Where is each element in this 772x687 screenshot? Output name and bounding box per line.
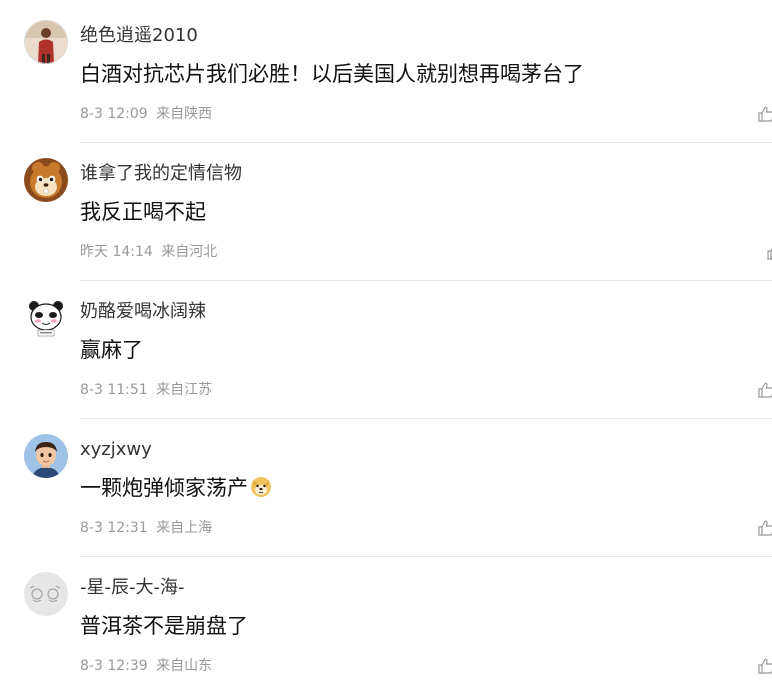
comment-divider: [80, 280, 772, 281]
comment-time: 8-3 12:31: [80, 520, 148, 536]
comment-time: 昨天 14:14: [80, 244, 153, 260]
comment-meta: 8-3 12:31 来自上海: [80, 518, 212, 538]
comment-location: 来自江苏: [156, 382, 213, 398]
like-button[interactable]: [758, 518, 772, 538]
panda-meme-avatar[interactable]: [24, 296, 68, 340]
like-button[interactable]: [767, 242, 772, 262]
comment-item: 谁拿了我的定情信物 我反正喝不起 昨天 14:14 来自河北: [0, 142, 772, 280]
comment-item: 奶酪爱喝冰阔辣 赢麻了 8-3 11:51 来自江苏: [0, 280, 772, 418]
comment-time: 8-3 12:39: [80, 658, 148, 674]
comment-text: 赢麻了: [80, 338, 143, 362]
comment-text: 普洱茶不是崩盘了: [80, 614, 248, 638]
comment-text-body: 一颗炮弹倾家荡产: [80, 476, 248, 500]
3d-cartoon-boy-avatar[interactable]: [24, 434, 68, 478]
cartoon-chipmunk-avatar[interactable]: [24, 158, 68, 202]
comment-item: xyzjxwy 一颗炮弹倾家荡产 8-3 12:31 来自上海: [0, 418, 772, 556]
comment-text: 我反正喝不起: [80, 200, 206, 224]
doge-emoji-icon: [251, 477, 271, 497]
like-button[interactable]: [758, 380, 772, 400]
comment-item: 绝色逍遥2010 白酒对抗芯片我们必胜！以后美国人就别想再喝茅台了 8-3 12…: [0, 4, 772, 142]
username[interactable]: 绝色逍遥2010: [80, 24, 198, 48]
comment-time: 8-3 12:09: [80, 106, 148, 122]
comment-meta: 8-3 12:09 来自陕西: [80, 104, 212, 124]
like-button[interactable]: [758, 656, 772, 676]
username[interactable]: -星-辰-大-海-: [80, 576, 184, 600]
username[interactable]: xyzjxwy: [80, 438, 152, 462]
username[interactable]: 谁拿了我的定情信物: [80, 162, 242, 186]
thumbs-up-icon: [758, 658, 772, 674]
comment-text: 一颗炮弹倾家荡产: [80, 474, 272, 502]
comment-meta: 8-3 12:39 来自山东: [80, 656, 212, 676]
comment-meta: 昨天 14:14 来自河北: [80, 242, 217, 262]
hand-drawn-sketch-avatar[interactable]: [24, 572, 68, 616]
thumbs-up-icon: [758, 106, 772, 122]
comment-divider: [80, 556, 772, 557]
thumbs-up-icon: [758, 520, 772, 536]
like-button[interactable]: [758, 104, 772, 124]
comment-location: 来自上海: [156, 520, 213, 536]
username[interactable]: 奶酪爱喝冰阔辣: [80, 300, 206, 324]
comment-divider: [80, 142, 772, 143]
comment-item: -星-辰-大-海- 普洱茶不是崩盘了 8-3 12:39 来自山东: [0, 556, 772, 687]
person-red-shirt-avatar[interactable]: [24, 20, 68, 64]
comment-divider: [80, 418, 772, 419]
thumbs-up-icon: [758, 382, 772, 398]
comment-meta: 8-3 11:51 来自江苏: [80, 380, 212, 400]
comment-location: 来自山东: [156, 658, 213, 674]
comment-location: 来自陕西: [156, 106, 213, 122]
comment-text: 白酒对抗芯片我们必胜！以后美国人就别想再喝茅台了: [80, 62, 584, 86]
comment-location: 来自河北: [161, 244, 218, 260]
comment-list: 绝色逍遥2010 白酒对抗芯片我们必胜！以后美国人就别想再喝茅台了 8-3 12…: [0, 0, 772, 687]
thumbs-up-icon: [767, 247, 772, 260]
comment-time: 8-3 11:51: [80, 382, 148, 398]
